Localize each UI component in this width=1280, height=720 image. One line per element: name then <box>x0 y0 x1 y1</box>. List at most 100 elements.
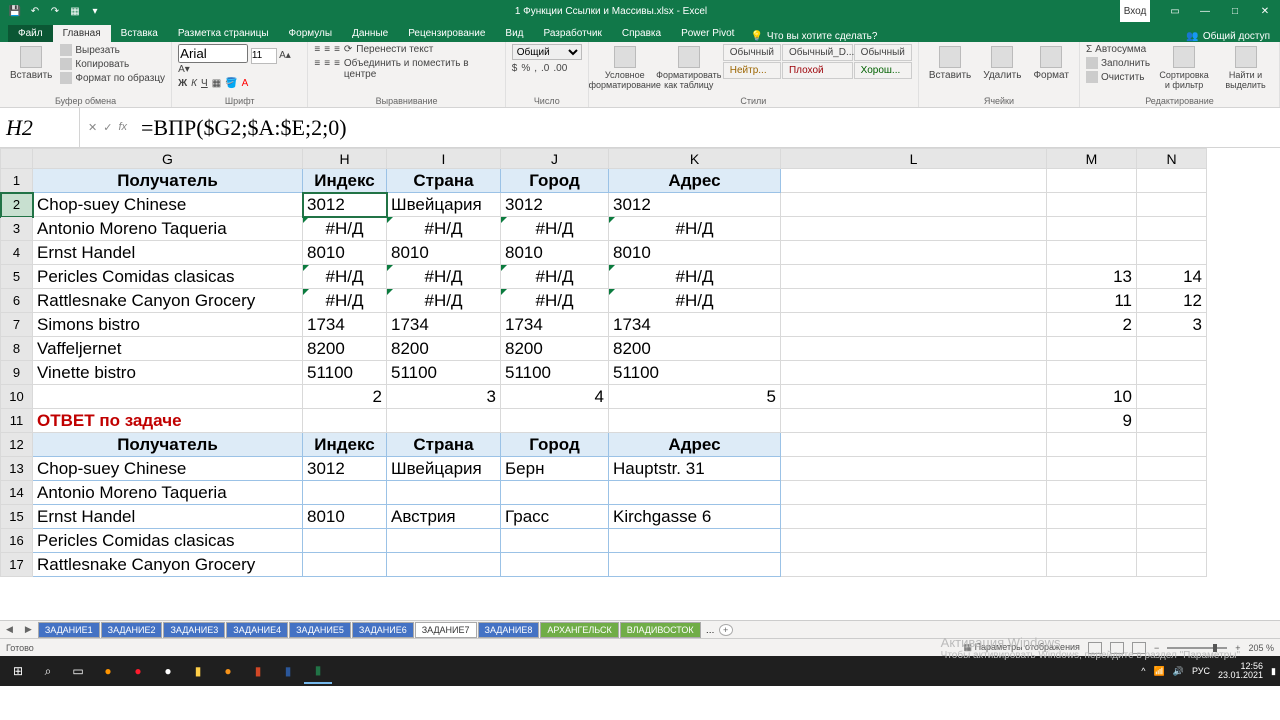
word-icon[interactable]: ▮ <box>274 658 302 684</box>
cell[interactable]: Ernst Handel <box>33 241 303 265</box>
cell[interactable]: Pericles Comidas clasicas <box>33 529 303 553</box>
cell[interactable]: Индекс <box>303 433 387 457</box>
cell[interactable] <box>501 529 609 553</box>
firefox-icon[interactable]: ● <box>94 658 122 684</box>
cancel-formula-icon[interactable]: ✕ <box>88 121 97 134</box>
currency-icon[interactable]: $ <box>512 63 518 74</box>
tray-lang[interactable]: РУС <box>1192 666 1210 676</box>
cell[interactable]: 8200 <box>609 337 781 361</box>
row-header[interactable]: 6 <box>1 289 33 313</box>
cell[interactable] <box>303 481 387 505</box>
tab-review[interactable]: Рецензирование <box>398 25 495 42</box>
cell[interactable] <box>1137 241 1207 265</box>
tab-formulas[interactable]: Формулы <box>279 25 343 42</box>
cell[interactable]: 3012 <box>303 457 387 481</box>
copy-button[interactable]: Копировать <box>60 58 165 70</box>
sheet-tab[interactable]: АРХАНГЕЛЬСК <box>540 622 618 638</box>
style-good[interactable]: Хорош... <box>854 62 912 79</box>
row-header[interactable]: 4 <box>1 241 33 265</box>
cell[interactable]: 8010 <box>303 505 387 529</box>
cell[interactable]: 8010 <box>609 241 781 265</box>
cell[interactable]: 3012 <box>501 193 609 217</box>
excel-icon[interactable]: ▮ <box>304 658 332 684</box>
cell[interactable] <box>609 553 781 577</box>
cell[interactable]: Адрес <box>609 169 781 193</box>
cell[interactable]: Pericles Comidas clasicas <box>33 265 303 289</box>
style-normald[interactable]: Обычный_D... <box>782 44 853 61</box>
cell[interactable]: Vaffeljernet <box>33 337 303 361</box>
style-bad[interactable]: Плохой <box>782 62 853 79</box>
autosum-button[interactable]: ΣАвтосумма <box>1086 44 1150 55</box>
tray-notif-icon[interactable]: ▮ <box>1271 666 1276 677</box>
row-header[interactable]: 9 <box>1 361 33 385</box>
row-header[interactable]: 5 <box>1 265 33 289</box>
cell[interactable] <box>1047 361 1137 385</box>
view-normal[interactable] <box>1088 642 1102 654</box>
align-right-icon[interactable]: ≡ <box>334 58 340 80</box>
tray-clock[interactable]: 12:5623.01.2021 <box>1218 662 1263 680</box>
align-mid-icon[interactable]: ≡ <box>324 44 330 55</box>
sheet-more[interactable]: … <box>702 625 719 635</box>
row-header[interactable]: 16 <box>1 529 33 553</box>
new-sheet-button[interactable]: + <box>719 624 733 636</box>
sheet-tab[interactable]: ЗАДАНИЕ4 <box>226 622 288 638</box>
cell[interactable]: 3012 <box>303 193 387 217</box>
tray-chevron-icon[interactable]: ^ <box>1141 666 1145 676</box>
cell[interactable]: Австрия <box>387 505 501 529</box>
cell[interactable]: ОТВЕТ по задаче <box>33 409 303 433</box>
style-neutral[interactable]: Нейтр... <box>723 62 781 79</box>
sheet-nav-next[interactable]: ▶ <box>19 624 38 635</box>
cell[interactable]: 8200 <box>303 337 387 361</box>
tab-view[interactable]: Вид <box>495 25 533 42</box>
cut-button[interactable]: Вырезать <box>60 44 165 56</box>
minimize-button[interactable]: — <box>1190 0 1220 22</box>
col-header-I[interactable]: I <box>387 149 501 169</box>
cell[interactable]: Страна <box>387 169 501 193</box>
cell[interactable] <box>781 241 1047 265</box>
cell[interactable]: Швейцария <box>387 193 501 217</box>
cell[interactable]: 14 <box>1137 265 1207 289</box>
cell[interactable] <box>609 529 781 553</box>
col-header-K[interactable]: K <box>609 149 781 169</box>
cell[interactable]: Vinette bistro <box>33 361 303 385</box>
app-icon-1[interactable]: ● <box>214 658 242 684</box>
col-header-G[interactable]: G <box>33 149 303 169</box>
share-button[interactable]: 👥Общий доступ <box>1186 31 1270 42</box>
cell[interactable] <box>303 529 387 553</box>
cell[interactable] <box>1047 337 1137 361</box>
cell[interactable]: #Н/Д <box>501 265 609 289</box>
sheet-tab[interactable]: ЗАДАНИЕ6 <box>352 622 414 638</box>
row-header[interactable]: 17 <box>1 553 33 577</box>
style-normal[interactable]: Обычный <box>723 44 781 61</box>
zoom-out[interactable]: − <box>1154 643 1159 653</box>
login-button[interactable]: Вход <box>1120 0 1150 22</box>
cell[interactable]: #Н/Д <box>609 289 781 313</box>
cell[interactable]: #Н/Д <box>387 217 501 241</box>
sheet-nav-prev[interactable]: ◀ <box>0 624 19 635</box>
cell[interactable]: #Н/Д <box>609 217 781 241</box>
cell[interactable]: Город <box>501 169 609 193</box>
sheet-tab[interactable]: ЗАДАНИЕ3 <box>163 622 225 638</box>
formula-input[interactable]: =ВПР($G2;$A:$E;2;0) <box>135 115 347 141</box>
taskview-icon[interactable]: ▭ <box>64 658 92 684</box>
cell[interactable]: Antonio Moreno Taqueria <box>33 217 303 241</box>
border-icon[interactable]: ▦ <box>212 78 221 89</box>
tab-layout[interactable]: Разметка страницы <box>168 25 279 42</box>
cell[interactable] <box>501 553 609 577</box>
cell[interactable]: 3 <box>387 385 501 409</box>
cell[interactable]: Chop-suey Chinese <box>33 193 303 217</box>
cell[interactable] <box>781 361 1047 385</box>
save-icon[interactable]: 💾 <box>8 4 22 18</box>
cell[interactable]: Страна <box>387 433 501 457</box>
fx-icon[interactable]: fx <box>118 121 127 134</box>
cell[interactable] <box>387 529 501 553</box>
undo-icon[interactable]: ↶ <box>28 4 42 18</box>
zoom-in[interactable]: + <box>1235 643 1240 653</box>
qat-more-icon[interactable]: ▾ <box>88 4 102 18</box>
cell[interactable] <box>781 217 1047 241</box>
cell[interactable] <box>781 265 1047 289</box>
name-box[interactable]: H2 <box>0 108 80 148</box>
cell[interactable]: Швейцария <box>387 457 501 481</box>
cell[interactable] <box>1137 217 1207 241</box>
cell[interactable]: 12 <box>1137 289 1207 313</box>
